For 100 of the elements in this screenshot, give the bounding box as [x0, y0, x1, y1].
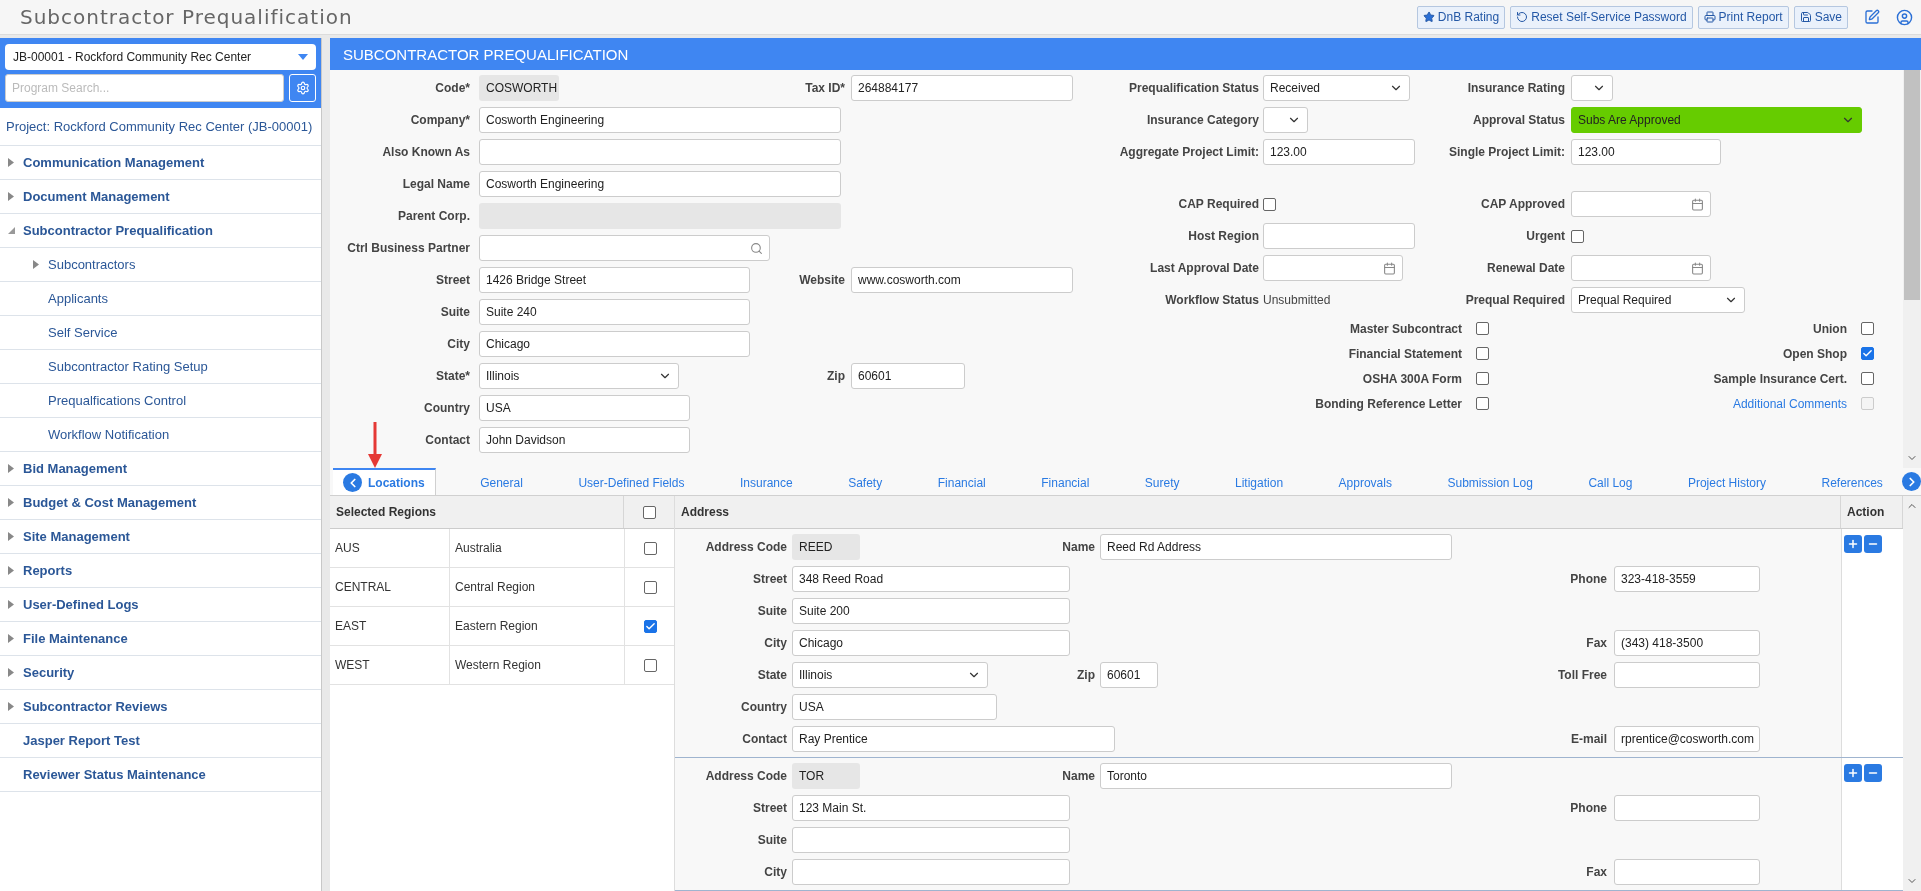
text-field[interactable] [792, 827, 1070, 853]
checkbox[interactable] [1476, 347, 1489, 360]
text-field[interactable]: 123 Main St. [792, 795, 1070, 821]
nav-item[interactable]: Subcontractor Prequalification [0, 214, 321, 248]
nav-item[interactable]: Subcontractor Reviews [0, 690, 321, 724]
text-field[interactable]: 348 Reed Road [792, 566, 1070, 592]
text-field[interactable]: 323-418-3559 [1614, 566, 1760, 592]
checkbox[interactable] [643, 658, 657, 672]
tab[interactable]: Locations [333, 468, 436, 495]
tab[interactable]: Approvals [1328, 468, 1403, 495]
tab[interactable]: User-Defined Fields [568, 468, 696, 495]
edit-icon[interactable] [1864, 9, 1880, 25]
nav-item[interactable]: Site Management [0, 520, 321, 554]
checkbox[interactable] [1571, 229, 1584, 243]
text-field[interactable]: John Davidson [479, 427, 690, 453]
caret-right-icon[interactable] [33, 260, 40, 269]
toolbar-button[interactable]: Reset Self-Service Password [1510, 5, 1693, 29]
project-select[interactable]: JB-00001 - Rockford Community Rec Center [5, 44, 316, 70]
caret-right-icon[interactable] [8, 158, 15, 167]
select-field[interactable]: Received [1263, 75, 1410, 101]
nav-item[interactable]: File Maintenance [0, 622, 321, 656]
user-icon[interactable] [1896, 8, 1913, 26]
nav-item[interactable]: Self Service [0, 316, 321, 350]
tab[interactable]: Safety [838, 468, 894, 495]
nav-item[interactable]: Subcontractor Rating Setup [0, 350, 321, 384]
text-field[interactable]: 123.00 [1571, 139, 1721, 165]
calendar-icon[interactable] [1383, 261, 1396, 275]
text-field[interactable]: Reed Rd Address [1100, 534, 1452, 560]
checkbox[interactable] [642, 505, 656, 519]
settings-icon[interactable] [295, 81, 310, 95]
caret-right-icon[interactable] [8, 600, 15, 609]
nav-item[interactable]: Budget & Cost Management [0, 486, 321, 520]
vertical-scrollbar[interactable] [1903, 496, 1921, 891]
nav-item[interactable]: Security [0, 656, 321, 690]
checkbox[interactable] [1476, 372, 1489, 385]
nav-item[interactable]: Communication Management [0, 146, 321, 180]
text-field[interactable]: Suite 240 [479, 299, 750, 325]
select-field[interactable]: Illinois [479, 363, 679, 389]
toolbar-button[interactable]: Save [1793, 5, 1848, 29]
tab[interactable]: Litigation [1225, 468, 1295, 495]
text-field[interactable]: www.cosworth.com [851, 267, 1073, 293]
tab[interactable]: Submission Log [1437, 468, 1544, 495]
vertical-scrollbar[interactable] [1903, 70, 1921, 468]
nav-item[interactable]: User-Defined Logs [0, 588, 321, 622]
caret-right-icon[interactable] [8, 668, 15, 677]
nav-item[interactable]: Prequalfications Control [0, 384, 321, 418]
date-field[interactable] [1571, 255, 1711, 281]
text-field[interactable]: Cosworth Engineering [479, 171, 841, 197]
select-field[interactable]: Prequal Required [1571, 287, 1745, 313]
tab[interactable]: Call Log [1578, 468, 1644, 495]
text-field[interactable]: USA [479, 395, 690, 421]
nav-item[interactable]: Reviewer Status Maintenance [0, 758, 321, 792]
checkbox[interactable] [1861, 347, 1874, 360]
tab[interactable]: Financial [1031, 468, 1101, 495]
select-field[interactable] [1263, 107, 1308, 133]
calendar-icon[interactable] [1691, 261, 1704, 275]
date-field[interactable] [1263, 255, 1403, 281]
text-field[interactable]: 264884177 [851, 75, 1073, 101]
nav-item[interactable]: Applicants [0, 282, 321, 316]
caret-right-icon[interactable] [8, 532, 15, 541]
caret-right-icon[interactable] [8, 634, 15, 643]
toolbar-button[interactable]: Print Report [1697, 5, 1789, 29]
tab[interactable]: General [470, 468, 534, 495]
text-field[interactable]: Toronto [1100, 763, 1452, 789]
select-field[interactable]: Illinois [792, 662, 988, 688]
caret-right-icon[interactable] [8, 566, 15, 575]
text-field[interactable]: Chicago [792, 630, 1070, 656]
tab[interactable]: Project History [1677, 468, 1777, 495]
caret-right-icon[interactable] [8, 464, 15, 473]
text-field[interactable]: Cosworth Engineering [479, 107, 841, 133]
calendar-icon[interactable] [1691, 197, 1704, 211]
select-field[interactable]: Subs Are Approved [1571, 107, 1862, 133]
text-field[interactable]: 1426 Bridge Street [479, 267, 750, 293]
nav-item[interactable]: Document Management [0, 180, 321, 214]
checkbox[interactable] [1263, 197, 1276, 211]
checkbox[interactable] [1476, 397, 1489, 410]
nav-item[interactable]: Subcontractors [0, 248, 321, 282]
text-field[interactable] [479, 139, 841, 165]
nav-item[interactable]: Bid Management [0, 452, 321, 486]
checkbox[interactable] [1861, 372, 1874, 385]
nav-item[interactable]: Reports [0, 554, 321, 588]
text-field[interactable] [792, 859, 1070, 885]
tab[interactable]: References [1811, 468, 1894, 495]
nav-item[interactable]: Workflow Notification [0, 418, 321, 452]
tab[interactable]: Surety [1134, 468, 1191, 495]
lookup-field[interactable] [479, 235, 770, 261]
text-field[interactable]: 123.00 [1263, 139, 1415, 165]
caret-right-icon[interactable] [8, 702, 15, 711]
tab[interactable]: Financial [927, 468, 997, 495]
checkbox[interactable] [1861, 322, 1874, 335]
search-icon[interactable] [750, 241, 763, 255]
caret-down-icon[interactable] [8, 226, 15, 235]
text-field[interactable]: rprentice@cosworth.com [1614, 726, 1760, 752]
checkbox[interactable] [643, 619, 657, 633]
toolbar-button[interactable]: DnB Rating [1416, 5, 1506, 29]
text-field[interactable] [1263, 223, 1415, 249]
text-field[interactable]: (343) 418-3500 [1614, 630, 1760, 656]
text-field[interactable]: 60601 [851, 363, 965, 389]
text-field[interactable]: Ray Prentice [792, 726, 1115, 752]
text-field[interactable] [1614, 662, 1760, 688]
